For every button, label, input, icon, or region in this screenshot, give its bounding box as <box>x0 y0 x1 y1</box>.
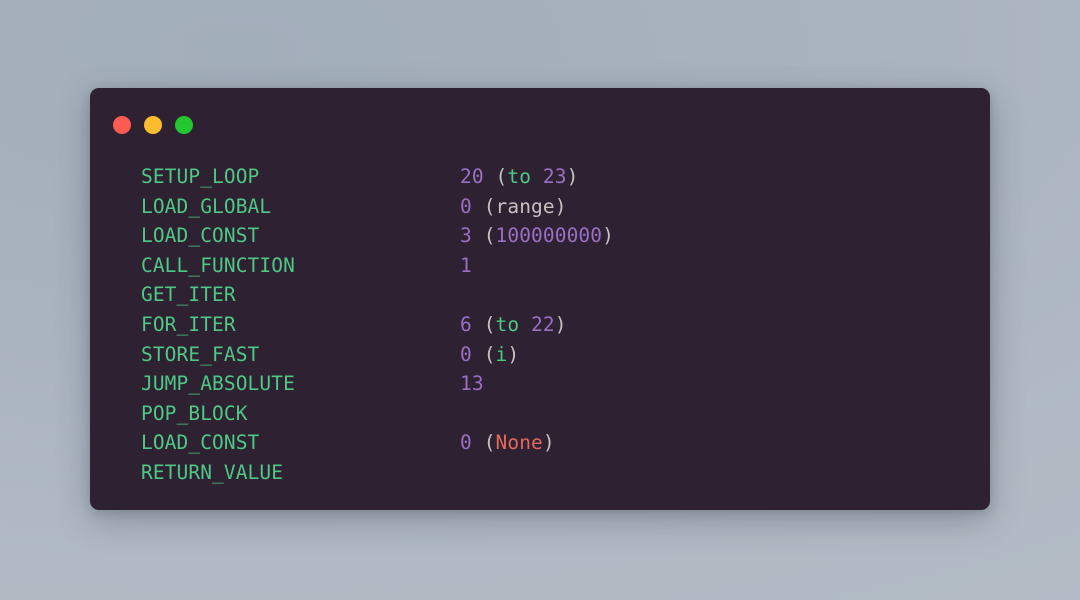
argument-token: ) <box>566 165 579 188</box>
bytecode-line: LOAD_CONST 0 (None) <box>90 428 990 458</box>
argument-separator <box>472 431 484 454</box>
traffic-light-group <box>113 116 193 134</box>
argument-token: None <box>495 431 543 455</box>
argument-token <box>531 165 543 188</box>
argument-token: ) <box>554 194 567 218</box>
argument-token: 22 <box>531 312 555 336</box>
argument-token: ( <box>483 431 496 455</box>
desktop-background: SETUP_LOOP 20 (to 23) LOAD_GLOBAL 0 (range)… <box>0 0 1080 600</box>
argument-token: range <box>495 194 555 218</box>
argument-token: ( <box>483 312 496 336</box>
maximize-button[interactable] <box>175 116 193 134</box>
opcode-name: POP_BLOCK <box>141 401 248 425</box>
opcode-argument: 0 <box>460 431 472 455</box>
opcode-name: JUMP_ABSOLUTE <box>141 372 295 396</box>
bytecode-line: LOAD_GLOBAL 0 (range) <box>90 192 990 222</box>
opcode-name: FOR_ITER <box>141 312 236 336</box>
opcode-name: LOAD_GLOBAL <box>141 194 272 218</box>
opcode-argument: 13 <box>460 372 484 396</box>
opcode-argument: 6 <box>460 312 472 336</box>
argument-separator <box>472 343 484 366</box>
opcode-name: LOAD_CONST <box>141 224 260 248</box>
bytecode-line: RETURN_VALUE <box>90 458 990 488</box>
bytecode-listing: SETUP_LOOP 20 (to 23) LOAD_GLOBAL 0 (range)… <box>90 162 990 488</box>
opcode-argument: 20 <box>460 165 484 188</box>
argument-token: ) <box>602 224 614 248</box>
opcode-name: STORE_FAST <box>141 342 260 366</box>
bytecode-line: SETUP_LOOP 20 (to 23) <box>90 162 990 192</box>
bytecode-line: STORE_FAST 0 (i) <box>90 340 990 370</box>
argument-separator <box>484 165 496 188</box>
argument-separator <box>472 224 484 247</box>
argument-token: ( <box>495 165 508 188</box>
close-button[interactable] <box>113 116 131 134</box>
bytecode-line: CALL_FUNCTION 1 <box>90 251 990 281</box>
opcode-name: RETURN_VALUE <box>141 460 284 484</box>
window-titlebar[interactable] <box>90 88 990 150</box>
argument-token: to <box>495 312 520 336</box>
argument-token: ( <box>483 342 496 366</box>
argument-token: ( <box>483 224 496 248</box>
minimize-button[interactable] <box>144 116 162 134</box>
opcode-argument: 0 <box>460 194 472 218</box>
argument-token: 23 <box>542 165 567 188</box>
opcode-name: SETUP_LOOP <box>141 165 260 188</box>
bytecode-line: FOR_ITER 6 (to 22) <box>90 310 990 340</box>
opcode-argument: 1 <box>460 253 472 277</box>
bytecode-line: JUMP_ABSOLUTE 13 <box>90 369 990 399</box>
argument-token: ( <box>483 194 496 218</box>
argument-separator <box>472 195 484 218</box>
opcode-name: GET_ITER <box>141 283 236 307</box>
terminal-window: SETUP_LOOP 20 (to 23) LOAD_GLOBAL 0 (range)… <box>90 88 990 510</box>
opcode-name: LOAD_CONST <box>141 431 260 455</box>
argument-token <box>519 313 531 336</box>
argument-token: ) <box>542 431 555 455</box>
bytecode-line: GET_ITER <box>90 280 990 310</box>
opcode-argument: 3 <box>460 224 472 248</box>
argument-token: ) <box>554 312 567 336</box>
opcode-argument: 0 <box>460 342 472 366</box>
opcode-name: CALL_FUNCTION <box>141 253 295 277</box>
argument-token: 100000000 <box>495 224 603 248</box>
argument-token: i <box>495 342 508 366</box>
argument-separator <box>472 313 484 336</box>
bytecode-line: POP_BLOCK <box>90 399 990 429</box>
argument-token: to <box>507 165 532 188</box>
argument-token: ) <box>507 342 520 366</box>
bytecode-line: LOAD_CONST 3 (100000000) <box>90 221 990 251</box>
